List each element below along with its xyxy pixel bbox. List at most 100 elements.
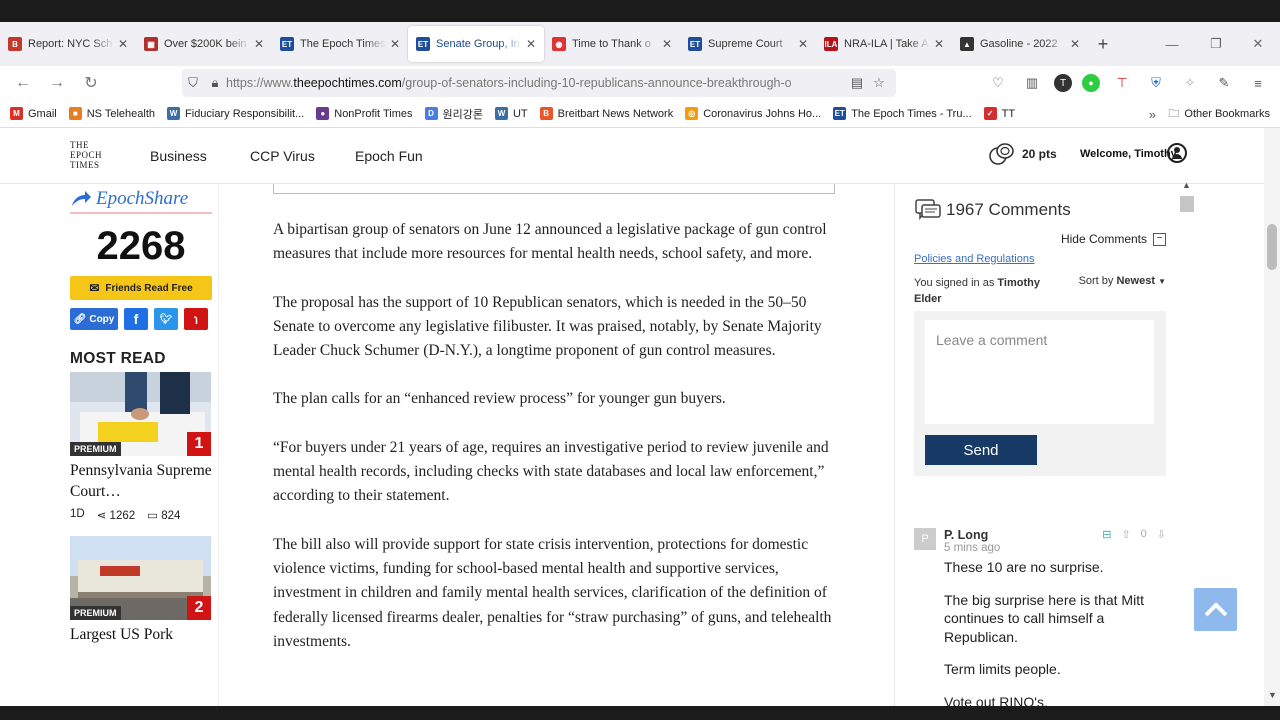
send-button[interactable]: Send xyxy=(925,435,1037,465)
friends-read-free-button[interactable]: ✉ Friends Read Free xyxy=(70,276,212,300)
forward-icon[interactable]: → xyxy=(40,68,74,98)
points-badge[interactable]: 20 pts xyxy=(988,142,1057,166)
close-tab-icon[interactable]: ✕ xyxy=(118,37,128,51)
browser-tab[interactable]: ET Supreme Court ✕ xyxy=(680,26,816,62)
menu-icon[interactable]: ≡ xyxy=(1246,71,1270,95)
bottom-black-bar xyxy=(0,706,1280,720)
bookmark-item[interactable]: ◎ Coronavirus Johns Ho... xyxy=(685,107,821,120)
browser-tab[interactable]: ILA NRA-ILA | Take A ✕ xyxy=(816,26,952,62)
nav-business[interactable]: Business xyxy=(150,148,207,164)
gettr-icon[interactable]: ɿ xyxy=(184,308,208,330)
browser-tab[interactable]: ▲ Gasoline - 2022 ✕ xyxy=(952,26,1088,62)
collapse-icon: − xyxy=(1153,232,1166,246)
comments-panel: 1967 Comments Hide Comments − Policies a… xyxy=(914,184,1166,706)
extension-t-icon[interactable]: T xyxy=(1054,74,1072,92)
bookmark-label: 원리강론 xyxy=(442,108,483,121)
facebook-icon[interactable]: f xyxy=(124,308,148,330)
sidebar-icon[interactable]: ▥ xyxy=(1020,71,1044,95)
reader-view-icon[interactable]: ▤ xyxy=(846,75,868,91)
bookmark-item[interactable]: B Breitbart News Network xyxy=(539,107,673,120)
collapse-thread-icon[interactable]: ⊟ xyxy=(1102,528,1111,541)
page-scrollbar[interactable]: ▼ xyxy=(1264,128,1280,706)
most-read-title-1[interactable]: Pennsylvania Supreme Court… xyxy=(70,460,212,502)
close-tab-icon[interactable]: ✕ xyxy=(254,37,264,51)
browser-tab[interactable]: ◉ Time to Thank o ✕ xyxy=(544,26,680,62)
downvote-icon[interactable]: ⇩ xyxy=(1157,528,1166,541)
bookmark-favicon-icon: ✓ xyxy=(983,107,997,120)
bookmark-label: Coronavirus Johns Ho... xyxy=(703,107,822,120)
comments-scrollbar[interactable]: ▲ xyxy=(1180,180,1194,706)
close-tab-icon[interactable]: ✕ xyxy=(798,37,808,51)
shield-icon[interactable]: ⛉ xyxy=(182,75,204,91)
sort-dropdown[interactable]: Sort by Newest ▼ xyxy=(1079,275,1166,287)
address-bar[interactable]: ⛉ 🔒︎ https://www.theepochtimes.com/group… xyxy=(182,69,896,97)
most-read-title-2[interactable]: Largest US Pork Packer Closing… xyxy=(70,624,212,646)
bookmark-item[interactable]: W UT xyxy=(494,107,528,120)
bookmark-item[interactable]: M Gmail xyxy=(10,107,57,120)
policies-link[interactable]: Policies and Regulations xyxy=(914,253,1166,265)
hide-comments-label: Hide Comments xyxy=(1060,232,1147,246)
scroll-down-arrow-icon[interactable]: ▼ xyxy=(1268,690,1277,700)
bookmark-item[interactable]: ■ NS Telehealth xyxy=(68,107,155,120)
back-icon[interactable]: ← xyxy=(6,68,40,98)
logo-line: THE xyxy=(70,140,89,150)
hide-comments-toggle[interactable]: Hide Comments − xyxy=(914,232,1166,246)
extension-green-icon[interactable]: ● xyxy=(1082,74,1100,92)
lock-icon[interactable]: 🔒︎ xyxy=(204,75,226,91)
page-scroll-thumb[interactable] xyxy=(1267,224,1277,270)
close-tab-icon[interactable]: ✕ xyxy=(390,37,400,51)
browser-tab[interactable]: ET The Epoch Times ✕ xyxy=(272,26,408,62)
upvote-icon[interactable]: ⇧ xyxy=(1121,528,1130,541)
nav-epoch-fun[interactable]: Epoch Fun xyxy=(355,148,423,164)
pen-icon[interactable]: ✎ xyxy=(1212,71,1236,95)
close-window-button[interactable]: ✕ xyxy=(1236,22,1280,66)
most-read-thumbnail-1[interactable]: PREMIUM 1 xyxy=(70,372,211,456)
comment-line: These 10 are no surprise. xyxy=(944,559,1104,575)
back-to-top-button[interactable] xyxy=(1194,588,1237,631)
close-tab-icon[interactable]: ✕ xyxy=(662,37,672,51)
bookmarks-overflow-icon[interactable]: » xyxy=(1149,100,1156,128)
new-tab-button[interactable]: + xyxy=(1088,34,1118,55)
bookmark-item[interactable]: W Fiduciary Responsibilit... xyxy=(167,107,304,120)
twitter-icon[interactable]: 🐦︎ xyxy=(154,308,178,330)
folder-icon: 🗀︎ xyxy=(1168,107,1180,120)
extension-red-icon[interactable]: ⊤ xyxy=(1110,71,1134,95)
bookmark-item[interactable]: ET The Epoch Times - Tru... xyxy=(833,107,972,120)
article-age: 1D xyxy=(70,508,85,520)
restore-button[interactable]: ❐ xyxy=(1194,22,1238,66)
copy-link-button[interactable]: 🔗︎ Copy xyxy=(70,308,118,330)
bookmark-favicon-icon: W xyxy=(167,107,181,120)
minimize-button[interactable]: — xyxy=(1150,22,1194,66)
epoch-times-logo[interactable]: THE EPOCH TIMES xyxy=(70,140,102,170)
bookmark-item[interactable]: ● NonProfit Times xyxy=(316,107,413,120)
top-black-bar xyxy=(0,0,1280,22)
close-tab-icon[interactable]: ✕ xyxy=(526,37,536,51)
browser-tab[interactable]: ▦ Over $200K bein ✕ xyxy=(136,26,272,62)
comment-input[interactable]: Leave a comment xyxy=(925,320,1154,424)
reload-icon[interactable]: ↻ xyxy=(74,68,108,98)
browser-tab[interactable]: B Report: NYC Sch ✕ xyxy=(0,26,136,62)
bookmark-favicon-icon: D xyxy=(424,107,438,120)
close-tab-icon[interactable]: ✕ xyxy=(934,37,944,51)
close-tab-icon[interactable]: ✕ xyxy=(1070,37,1080,51)
extension-puzzle-icon[interactable]: ✧ xyxy=(1178,71,1202,95)
url-text[interactable]: https://www.theepochtimes.com/group-of-s… xyxy=(226,76,846,90)
bookmark-favicon-icon: B xyxy=(539,107,553,120)
nav-ccp-virus[interactable]: CCP Virus xyxy=(250,148,315,164)
user-account-icon[interactable] xyxy=(1167,143,1187,163)
shield-extension-icon[interactable]: ⛨ xyxy=(1144,71,1168,95)
browser-tab[interactable]: ET Senate Group, In ✕ xyxy=(408,26,544,62)
signed-in-prefix: You signed in as xyxy=(914,277,995,289)
bookmark-item[interactable]: ✓ TT xyxy=(983,107,1015,120)
comment-icon: ▭ xyxy=(147,510,162,522)
scroll-up-arrow-icon[interactable]: ▲ xyxy=(1182,180,1191,190)
scroll-thumb[interactable] xyxy=(1180,196,1194,212)
welcome-text[interactable]: Welcome, Timothy xyxy=(1080,148,1177,160)
bookmark-star-icon[interactable]: ☆ xyxy=(868,75,890,91)
other-bookmarks[interactable]: 🗀︎ Other Bookmarks xyxy=(1168,100,1270,128)
most-read-thumbnail-2[interactable]: PREMIUM 2 xyxy=(70,536,211,620)
tab-favicon-icon: B xyxy=(8,37,22,51)
pocket-icon[interactable]: ♡ xyxy=(986,71,1010,95)
avatar[interactable]: P xyxy=(914,528,936,550)
bookmark-item[interactable]: D 원리강론 xyxy=(424,106,483,122)
